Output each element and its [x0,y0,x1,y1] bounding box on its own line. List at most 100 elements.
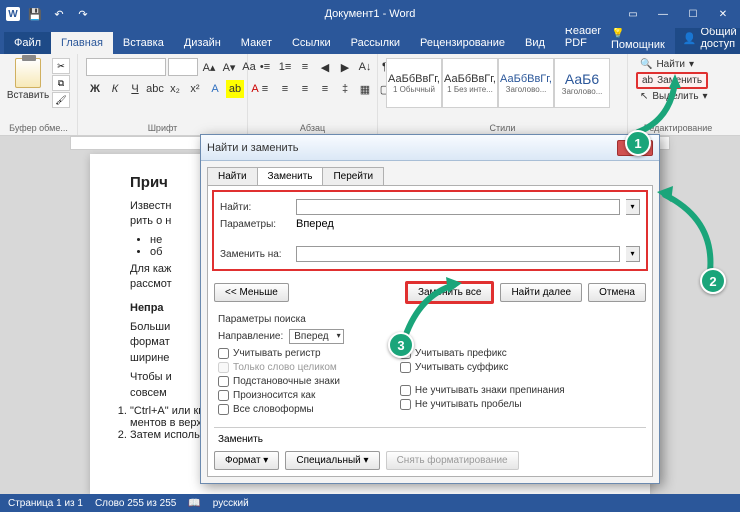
chk-prefix[interactable]: Учитывать префикс [400,348,565,359]
find-next-button[interactable]: Найти далее [500,283,582,302]
find-replace-dialog: Найти и заменить ✕ Найти Заменить Перейт… [200,134,660,484]
chk-wildcards[interactable]: Подстановочные знаки [218,376,340,387]
format-painter-icon[interactable]: 🖌 [52,92,70,108]
strike-button[interactable]: abc [146,80,164,98]
replace-dropdown-icon[interactable]: ▾ [626,246,640,262]
tab-file[interactable]: Файл [4,32,51,54]
align-center-icon[interactable]: ≡ [276,80,294,98]
status-language[interactable]: русский [213,498,249,509]
tab-design[interactable]: Дизайн [174,32,231,54]
special-button[interactable]: Специальный ▾ [285,451,379,470]
replace-all-button[interactable]: Заменить все [405,281,494,304]
find-input[interactable] [296,199,620,215]
cancel-button[interactable]: Отмена [588,283,646,302]
replace-input[interactable] [296,246,620,262]
paragraph-group-label: Абзац [256,121,369,133]
undo-icon[interactable]: ↶ [50,5,68,23]
minimize-icon[interactable]: ― [652,4,674,24]
tab-mailings[interactable]: Рассылки [341,32,410,54]
direction-label: Направление: [218,331,283,342]
search-icon: 🔍 [640,59,652,70]
less-button[interactable]: << Меньше [214,283,289,302]
chk-word-forms[interactable]: Все словоформы [218,404,340,415]
multilevel-icon[interactable]: ≡ [296,58,314,76]
status-words[interactable]: Слово 255 из 255 [95,498,176,509]
maximize-icon[interactable]: ☐ [682,4,704,24]
replace-section-label: Заменить [218,434,263,445]
ribbon-tabs: Файл Главная Вставка Дизайн Макет Ссылки… [0,28,740,54]
chk-sounds-like[interactable]: Произносится как [218,390,340,401]
font-size-combo[interactable] [168,58,198,76]
chk-match-case[interactable]: Учитывать регистр [218,348,340,359]
inc-indent-icon[interactable]: ▶ [336,58,354,76]
select-button[interactable]: ↖Выделить ▾ [636,90,712,103]
ribbon: Вставить ✂ ⧉ 🖌 Буфер обме... A▴ A▾ Aa Ж … [0,54,740,136]
dialog-tab-find[interactable]: Найти [207,167,258,185]
close-icon[interactable]: ✕ [712,4,734,24]
save-icon[interactable]: 💾 [26,5,44,23]
shrink-font-icon[interactable]: A▾ [220,58,238,76]
find-dropdown-icon[interactable]: ▾ [626,199,640,215]
params-value: Вперед [296,218,334,230]
style-normal[interactable]: АаБбВвГг,1 Обычный [386,58,442,108]
status-proofing-icon[interactable]: 📖 [188,498,200,509]
font-name-combo[interactable] [86,58,166,76]
style-nospacing[interactable]: АаБбВвГг,1 Без инте... [442,58,498,108]
align-right-icon[interactable]: ≡ [296,80,314,98]
tab-insert[interactable]: Вставка [113,32,174,54]
tell-me[interactable]: 💡 Помощник [611,26,665,51]
line-spacing-icon[interactable]: ‡ [336,80,354,98]
highlight-icon[interactable]: ab [226,80,244,98]
subscript-button[interactable]: x₂ [166,80,184,98]
italic-button[interactable]: К [106,80,124,98]
dec-indent-icon[interactable]: ◀ [316,58,334,76]
copy-icon[interactable]: ⧉ [52,75,70,91]
redo-icon[interactable]: ↷ [74,5,92,23]
cursor-icon: ↖ [640,91,648,102]
dialog-tab-replace[interactable]: Заменить [257,167,324,185]
chk-suffix[interactable]: Учитывать суффикс [400,362,565,373]
cut-icon[interactable]: ✂ [52,58,70,74]
chk-ignore-space[interactable]: Не учитывать пробелы [400,399,565,410]
styles-group-label: Стили [386,121,619,133]
style-heading1[interactable]: АаБбВвГг,Заголово... [498,58,554,108]
sort-icon[interactable]: A↓ [356,58,374,76]
clipboard-group-label: Буфер обме... [8,121,69,133]
bold-button[interactable]: Ж [86,80,104,98]
tab-references[interactable]: Ссылки [282,32,341,54]
status-page[interactable]: Страница 1 из 1 [8,498,83,509]
bullets-icon[interactable]: •≡ [256,58,274,76]
superscript-button[interactable]: x² [186,80,204,98]
find-label: Найти: [220,202,290,213]
clipboard-icon [15,58,41,88]
annotation-badge-1: 1 [625,130,651,156]
no-formatting-button: Снять форматирование [386,451,519,470]
params-label: Параметры: [220,219,290,230]
chk-ignore-punct[interactable]: Не учитывать знаки препинания [400,385,565,396]
tab-view[interactable]: Вид [515,32,555,54]
titlebar: W 💾 ↶ ↷ Документ1 - Word ▭ ― ☐ ✕ [0,0,740,28]
tab-review[interactable]: Рецензирование [410,32,515,54]
tab-home[interactable]: Главная [51,32,113,54]
direction-combo[interactable]: Вперед [289,329,343,344]
justify-icon[interactable]: ≡ [316,80,334,98]
underline-button[interactable]: Ч [126,80,144,98]
tab-layout[interactable]: Макет [231,32,282,54]
format-button[interactable]: Формат ▾ [214,451,279,470]
dialog-titlebar[interactable]: Найти и заменить ✕ [201,135,659,161]
dialog-title: Найти и заменить [207,142,298,154]
style-heading2[interactable]: АаБ6Заголово... [554,58,610,108]
window-title: Документ1 - Word [325,8,416,20]
word-icon: W [6,7,20,21]
chk-whole-word: Только слово целиком [218,362,340,373]
find-button[interactable]: 🔍Найти ▾ [636,58,698,71]
grow-font-icon[interactable]: A▴ [200,58,218,76]
paste-button[interactable]: Вставить [8,58,48,101]
text-effects-icon[interactable]: A [206,80,224,98]
numbering-icon[interactable]: 1≡ [276,58,294,76]
replace-button[interactable]: abЗаменить [636,72,708,89]
shading-icon[interactable]: ▦ [356,80,374,98]
align-left-icon[interactable]: ≡ [256,80,274,98]
dialog-tab-goto[interactable]: Перейти [322,167,384,185]
ribbon-options-icon[interactable]: ▭ [622,4,644,24]
